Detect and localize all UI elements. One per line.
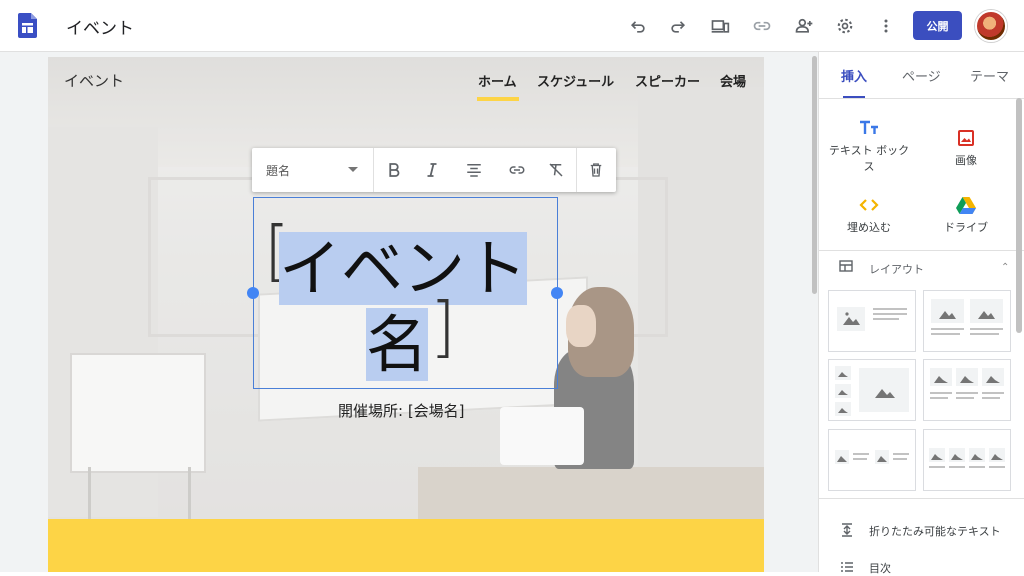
- table-of-contents-icon: [841, 562, 853, 572]
- layout-tile-three-images[interactable]: [923, 359, 1011, 421]
- more-vert-icon[interactable]: [874, 14, 898, 38]
- resize-handle-left[interactable]: [247, 287, 259, 299]
- section-divider: [819, 250, 1024, 251]
- avatar[interactable]: [975, 10, 1007, 42]
- layout-tile-four-images[interactable]: [923, 429, 1011, 491]
- insert-embed[interactable]: 埋め込む: [824, 195, 914, 235]
- paragraph-style-value: 題名: [266, 163, 291, 178]
- active-nav-indicator: [477, 97, 519, 101]
- nav-item-schedule[interactable]: スケジュール: [537, 71, 614, 90]
- selected-title-text: 名: [366, 308, 429, 381]
- top-bar: イベント 公開: [0, 0, 1024, 52]
- tab-themes[interactable]: テーマ: [970, 66, 1009, 85]
- clear-format-icon[interactable]: [544, 158, 568, 182]
- resize-handle-right[interactable]: [551, 287, 563, 299]
- insert-drive[interactable]: ドライブ: [921, 195, 1011, 235]
- nav-item-venue[interactable]: 会場: [720, 71, 746, 90]
- insert-image-label: 画像: [955, 154, 977, 167]
- link-icon[interactable]: [505, 158, 529, 182]
- tab-pages[interactable]: ページ: [902, 66, 941, 85]
- toolbar-separator: [576, 148, 577, 192]
- insert-text-box[interactable]: テキスト ボックス: [824, 118, 914, 174]
- layout-tile-two-image-text[interactable]: [828, 429, 916, 491]
- insert-collapsible-text[interactable]: 折りたたみ可能なテキスト: [869, 523, 1001, 539]
- layout-tile-image-text[interactable]: [828, 290, 916, 352]
- layout-tile-two-images[interactable]: [923, 290, 1011, 352]
- insert-drive-label: ドライブ: [944, 221, 988, 234]
- layout-section-title[interactable]: レイアウト: [869, 261, 924, 277]
- insert-text-box-label: テキスト ボックス: [828, 144, 910, 173]
- layout-icon: [839, 260, 853, 272]
- site-page: イベント ホーム スケジュール スピーカー 会場 題名 [イベント 名] 開…: [48, 57, 764, 572]
- bold-icon[interactable]: [382, 158, 406, 182]
- text-box-icon: [860, 120, 878, 134]
- delete-icon[interactable]: [584, 158, 608, 182]
- nav-item-home[interactable]: ホーム: [478, 71, 517, 90]
- title-text-box[interactable]: [ イベント 名 ]: [247, 197, 563, 389]
- text-format-toolbar: 題名: [252, 148, 616, 192]
- nav-item-speakers[interactable]: スピーカー: [635, 71, 700, 90]
- drive-icon: [956, 197, 976, 214]
- document-title[interactable]: イベント: [66, 14, 134, 39]
- insert-image[interactable]: 画像: [921, 128, 1011, 168]
- placeholder-bracket-close: ]: [430, 288, 456, 365]
- preview-devices-icon[interactable]: [708, 14, 732, 38]
- canvas-scrollbar-thumb[interactable]: [812, 56, 817, 294]
- image-icon: [958, 130, 974, 146]
- section-divider: [819, 498, 1024, 499]
- insert-panel: 挿入 ページ テーマ テキスト ボックス 画像 埋め込む ドライブ レイアウト …: [818, 52, 1024, 575]
- venue-text[interactable]: 開催場所: [会場名]: [338, 400, 465, 421]
- tab-insert[interactable]: 挿入: [841, 66, 867, 85]
- redo-icon[interactable]: [666, 14, 690, 38]
- link-icon[interactable]: [750, 14, 774, 38]
- align-center-icon[interactable]: [462, 158, 486, 182]
- italic-icon[interactable]: [420, 158, 444, 182]
- undo-icon[interactable]: [626, 14, 650, 38]
- tabs-divider: [819, 98, 1024, 99]
- google-sites-logo-icon[interactable]: [18, 13, 37, 38]
- panel-scrollbar-thumb[interactable]: [1016, 98, 1022, 333]
- layout-tile-image-grid[interactable]: [828, 359, 916, 421]
- settings-gear-icon[interactable]: [833, 14, 857, 38]
- insert-table-of-contents[interactable]: 目次: [869, 560, 891, 576]
- embed-code-icon: [859, 199, 879, 211]
- collapsible-text-icon: [842, 523, 852, 537]
- site-name[interactable]: イベント: [64, 70, 124, 91]
- title-line-2[interactable]: 名: [366, 294, 429, 384]
- yellow-section-band[interactable]: [48, 519, 764, 572]
- paragraph-style-dropdown[interactable]: 題名: [252, 148, 374, 192]
- publish-button[interactable]: 公開: [913, 11, 962, 40]
- collapse-chevron-icon[interactable]: ⌃: [1001, 262, 1009, 273]
- editor-canvas: イベント ホーム スケジュール スピーカー 会場 題名 [イベント 名] 開…: [0, 52, 812, 572]
- insert-embed-label: 埋め込む: [847, 221, 891, 234]
- dropdown-caret-icon: [348, 167, 358, 172]
- share-person-add-icon[interactable]: [792, 14, 816, 38]
